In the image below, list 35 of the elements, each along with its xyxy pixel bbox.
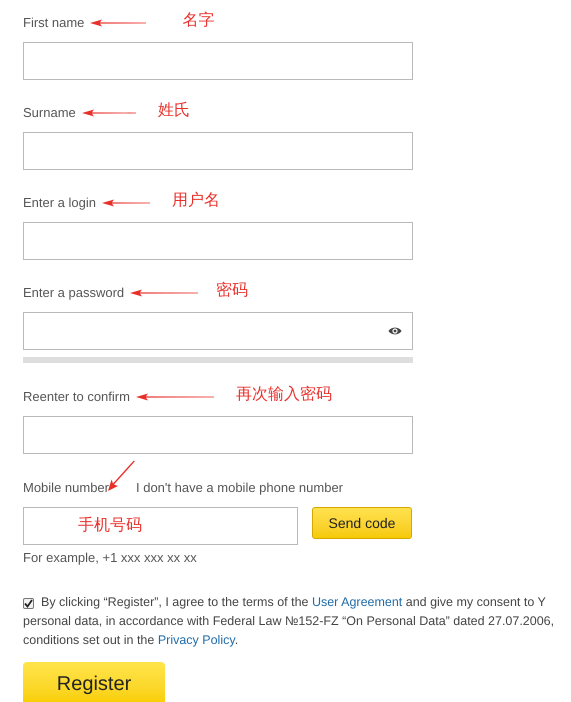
field-label: Mobile number <box>23 479 109 498</box>
consent-link[interactable]: Privacy Policy <box>158 632 235 646</box>
annotation-text: 手机号码 <box>78 516 142 536</box>
field-label: Enter a login <box>23 194 96 212</box>
annotation-text: 名字 <box>182 10 214 31</box>
send-code-button[interactable]: Send code <box>312 507 412 539</box>
input-field[interactable] <box>23 416 413 454</box>
arrow-icon <box>90 19 146 27</box>
hint-text: For example, +1 xxx xxx xx xx <box>23 549 198 567</box>
field-label: Surname <box>23 104 76 122</box>
annotation-text: 姓氏 <box>158 100 190 121</box>
field-label: First name <box>23 14 84 32</box>
annotation-text: 用户名 <box>172 190 220 211</box>
arrow-icon <box>82 109 136 117</box>
consent-checkbox[interactable] <box>23 598 34 608</box>
register-button[interactable]: Register <box>23 662 165 702</box>
arrow-icon <box>107 460 135 492</box>
no-phone-link[interactable]: I don't have a mobile phone number <box>136 478 344 498</box>
password-field[interactable] <box>23 312 413 350</box>
phone-field[interactable]: 手机号码 <box>23 507 298 545</box>
consent-text: personal data, in accordance with Federal Law №152-FZ “On Personal Data” dated 27.07.2006, conditions set out in the Privacy Policy. <box>23 612 554 649</box>
check-icon <box>24 598 33 608</box>
arrow-icon <box>130 289 198 297</box>
annotation-text: 再次输入密码 <box>236 384 332 405</box>
field-label: Enter a password <box>23 284 124 302</box>
eye-icon[interactable] <box>388 326 402 336</box>
arrow-icon <box>102 199 150 207</box>
arrow-icon <box>136 393 214 401</box>
input-field[interactable] <box>23 222 413 260</box>
consent-link[interactable]: User Agreement <box>312 594 402 608</box>
consent-text: By clicking “Register”, I agree to the terms of the User Agreement and give my consent to Y <box>41 594 546 611</box>
input-field[interactable] <box>23 42 413 80</box>
input-field[interactable] <box>23 132 413 170</box>
annotation-text: 密码 <box>216 280 248 301</box>
field-label: Reenter to confirm <box>23 388 130 406</box>
